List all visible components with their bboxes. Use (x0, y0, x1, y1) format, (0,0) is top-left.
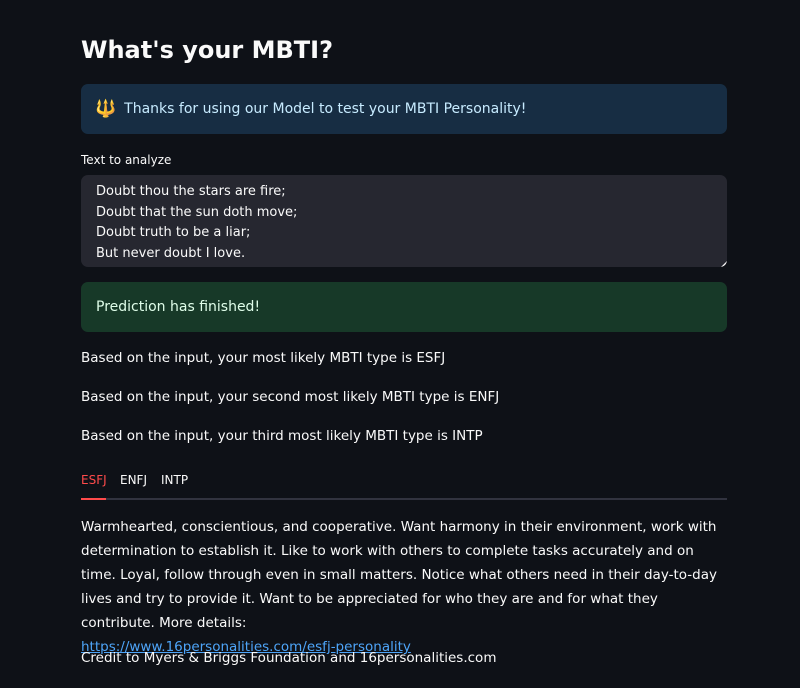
result-first: Based on the input, your most likely MBT… (81, 350, 446, 366)
credit-text: Credit to Myers & Briggs Foundation and … (81, 650, 497, 666)
textarea-line: Doubt thou the stars are fire; (96, 184, 286, 199)
type-tabs: ESFJ ENFJ INTP (81, 470, 727, 500)
result-second: Based on the input, your second most lik… (81, 389, 500, 405)
result-third: Based on the input, your third most like… (81, 428, 483, 444)
textarea-line: Doubt that the sun doth move; (96, 204, 298, 220)
tab-label: INTP (161, 473, 189, 487)
active-tab-indicator (81, 498, 106, 500)
text-input-label: Text to analyze (81, 153, 172, 167)
info-alert-text: Thanks for using our Model to test your … (124, 101, 527, 117)
info-alert: 🔱 Thanks for using our Model to test you… (81, 84, 727, 134)
success-alert: Prediction has finished! (81, 282, 727, 332)
resize-handle-icon[interactable] (721, 261, 727, 267)
trident-icon: 🔱 (95, 98, 117, 119)
tab-label: ESFJ (81, 473, 107, 487)
success-alert-text: Prediction has finished! (96, 299, 261, 315)
text-to-analyze-textarea[interactable]: Doubt thou the stars are fire; Doubt tha… (81, 175, 727, 267)
type-description: Warmhearted, conscientious, and cooperat… (81, 515, 727, 659)
page-title: What's your MBTI? (81, 36, 334, 64)
tab-enfj[interactable]: ENFJ (120, 473, 147, 487)
tab-label: ENFJ (120, 473, 147, 487)
tab-intp[interactable]: INTP (161, 473, 188, 487)
textarea-line: Doubt truth to be a liar; (96, 225, 251, 240)
description-text: Warmhearted, conscientious, and cooperat… (81, 519, 717, 631)
textarea-line: But never doubt I love. (96, 245, 246, 261)
tab-esfj[interactable]: ESFJ (81, 473, 107, 487)
